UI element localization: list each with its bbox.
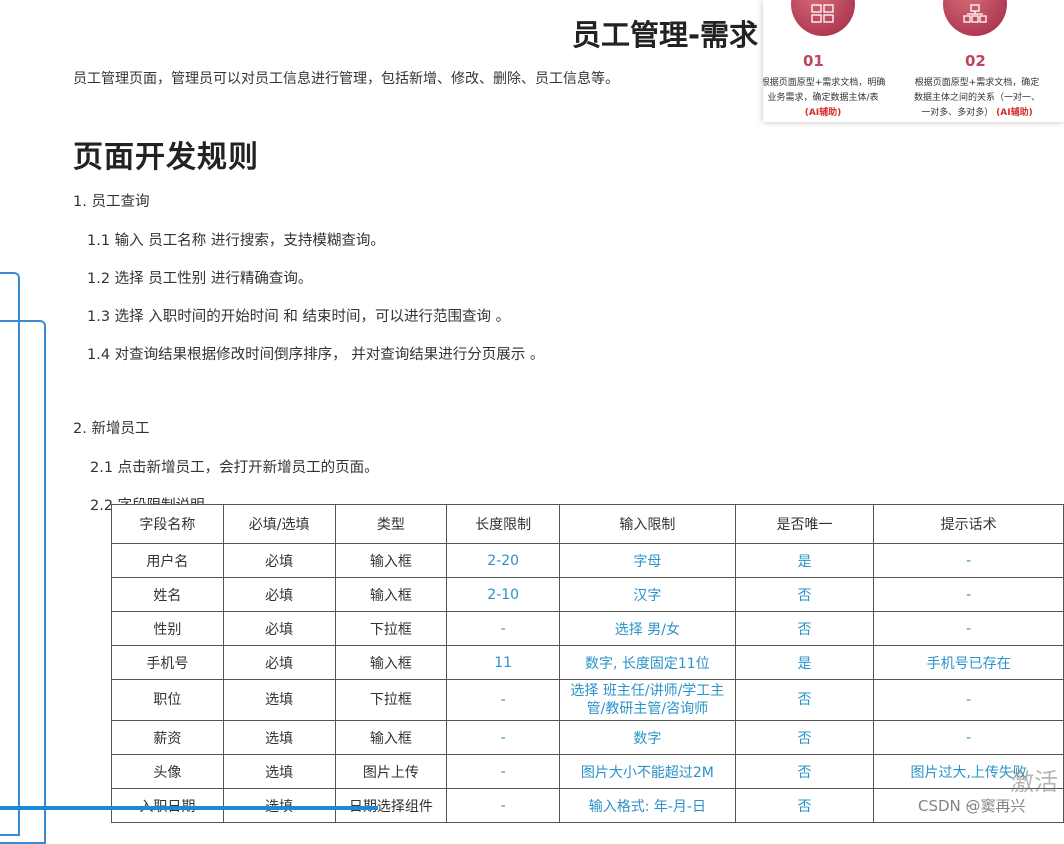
table-cell: 输入框 — [334, 720, 448, 755]
add-title: 2. 新增员工 — [73, 421, 150, 437]
connector-line — [0, 320, 46, 844]
table-cell: - — [873, 543, 1064, 578]
table-cell: 职位 — [111, 679, 224, 721]
table-cell: 用户名 — [111, 543, 224, 578]
table-cell: 数字, 长度固定11位 — [559, 645, 736, 680]
process-flow-card: 01 根据页面原型+需求文档，明确 业务需求，确定数据主体/表 (AI辅助) 0… — [763, 0, 1064, 122]
table-cell: 否 — [734, 754, 875, 789]
table-cell: 是 — [734, 645, 875, 680]
table-cell: 选填 — [222, 720, 336, 755]
flow-desc-1: 根据页面原型+需求文档，明确 业务需求，确定数据主体/表 (AI辅助) — [763, 78, 886, 118]
query-item: 1.2 选择 员工性别 进行精确查询。 — [87, 271, 313, 287]
table-cell: 否 — [734, 788, 875, 823]
table-cell: 否 — [734, 679, 875, 721]
intro-text: 员工管理页面，管理员可以对员工信息进行管理，包括新增、修改、删除、员工信息等。 — [73, 71, 619, 87]
table-cell: 否 — [734, 720, 875, 755]
table-cell: 必填 — [222, 645, 336, 680]
table-header: 字段名称 — [111, 504, 224, 544]
table-cell: 是 — [734, 543, 875, 578]
table-row: 手机号 必填 输入框 11 数字, 长度固定11位 是 手机号已存在 — [111, 645, 1064, 680]
query-item: 1.3 选择 入职时间的开始时间 和 结束时间，可以进行范围查询 。 — [87, 309, 511, 325]
table-row: 性别 必填 下拉框 - 选择 男/女 否 - — [111, 611, 1064, 646]
table-header: 输入限制 — [559, 504, 736, 544]
table-cell: 2-20 — [446, 543, 561, 578]
page-title: 员工管理-需求 — [572, 18, 759, 52]
table-cell: 下拉框 — [334, 611, 448, 646]
table-header: 长度限制 — [446, 504, 561, 544]
table-cell: - — [873, 720, 1064, 755]
table-row: 职位 选填 下拉框 - 选择 班主任/讲师/学工主管/教研主管/咨询师 否 - — [111, 679, 1064, 721]
table-row: 姓名 必填 输入框 2-10 汉字 否 - — [111, 577, 1064, 612]
table-cell: - — [446, 754, 561, 789]
table-cell: 必填 — [222, 543, 336, 578]
table-cell: 选填 — [222, 754, 336, 789]
table-cell: 输入框 — [334, 577, 448, 612]
table-cell: - — [446, 720, 561, 755]
table-cell: - — [446, 788, 561, 823]
flow-num-1: 01 — [803, 52, 824, 70]
add-item: 2.1 点击新增员工，会打开新增员工的页面。 — [90, 460, 379, 476]
query-item: 1.4 对查询结果根据修改时间倒序排序， 并对查询结果进行分页展示 。 — [87, 347, 545, 363]
table-cell: - — [446, 611, 561, 646]
table-header-row: 字段名称 必填/选填 类型 长度限制 输入限制 是否唯一 提示话术 — [111, 504, 1064, 544]
field-limits-table: 字段名称 必填/选填 类型 长度限制 输入限制 是否唯一 提示话术 用户名 必填… — [111, 504, 1064, 823]
table-cell: 薪资 — [111, 720, 224, 755]
flow-desc-2: 根据页面原型+需求文档，确定 数据主体之间的关系（一对一、 一对多、多对多） (… — [913, 78, 1040, 118]
grid-icon — [811, 4, 834, 23]
table-row: 头像 选填 图片上传 - 图片大小不能超过2M 否 图片过大,上传失败 — [111, 754, 1064, 789]
activation-watermark: 激活 — [1010, 768, 1058, 796]
flow-circle-1 — [791, 0, 855, 36]
table-cell: 输入框 — [334, 645, 448, 680]
table-cell: - — [446, 679, 561, 721]
table-cell: 下拉框 — [334, 679, 448, 721]
table-header: 提示话术 — [873, 504, 1064, 544]
table-cell: 图片上传 — [334, 754, 448, 789]
table-cell: 手机号 — [111, 645, 224, 680]
table-cell: 数字 — [559, 720, 736, 755]
table-cell: 手机号已存在 — [873, 645, 1064, 680]
table-cell: - — [873, 611, 1064, 646]
table-cell: 选填 — [222, 679, 336, 721]
table-cell: 必填 — [222, 611, 336, 646]
table-row: 薪资 选填 输入框 - 数字 否 - — [111, 720, 1064, 755]
table-cell: 选择 班主任/讲师/学工主管/教研主管/咨询师 — [559, 679, 736, 721]
flow-num-2: 02 — [965, 52, 986, 70]
table-cell: 选择 男/女 — [559, 611, 736, 646]
table-cell: 输入格式: 年-月-日 — [559, 788, 736, 823]
progress-bar — [0, 806, 378, 810]
table-cell: 字母 — [559, 543, 736, 578]
section-heading: 页面开发规则 — [73, 140, 259, 175]
table-cell: 2-10 — [446, 577, 561, 612]
table-cell: - — [873, 679, 1064, 721]
table-row: 用户名 必填 输入框 2-20 字母 是 - — [111, 543, 1064, 578]
table-cell: 否 — [734, 577, 875, 612]
table-cell: 否 — [734, 611, 875, 646]
table-header: 必填/选填 — [222, 504, 336, 544]
table-cell: 图片大小不能超过2M — [559, 754, 736, 789]
query-item: 1.1 输入 员工名称 进行搜索，支持模糊查询。 — [87, 233, 385, 249]
table-cell: 输入框 — [334, 543, 448, 578]
table-cell: - — [873, 577, 1064, 612]
table-cell: 汉字 — [559, 577, 736, 612]
table-cell: 必填 — [222, 577, 336, 612]
table-header: 类型 — [334, 504, 448, 544]
query-title: 1. 员工查询 — [73, 194, 150, 210]
table-cell: 姓名 — [111, 577, 224, 612]
table-cell: 头像 — [111, 754, 224, 789]
table-header: 是否唯一 — [734, 504, 875, 544]
csdn-watermark: CSDN @窦再兴 — [918, 797, 1026, 815]
table-cell: 性别 — [111, 611, 224, 646]
hierarchy-icon — [963, 4, 987, 23]
table-cell: 11 — [446, 645, 561, 680]
flow-circle-2 — [943, 0, 1007, 36]
